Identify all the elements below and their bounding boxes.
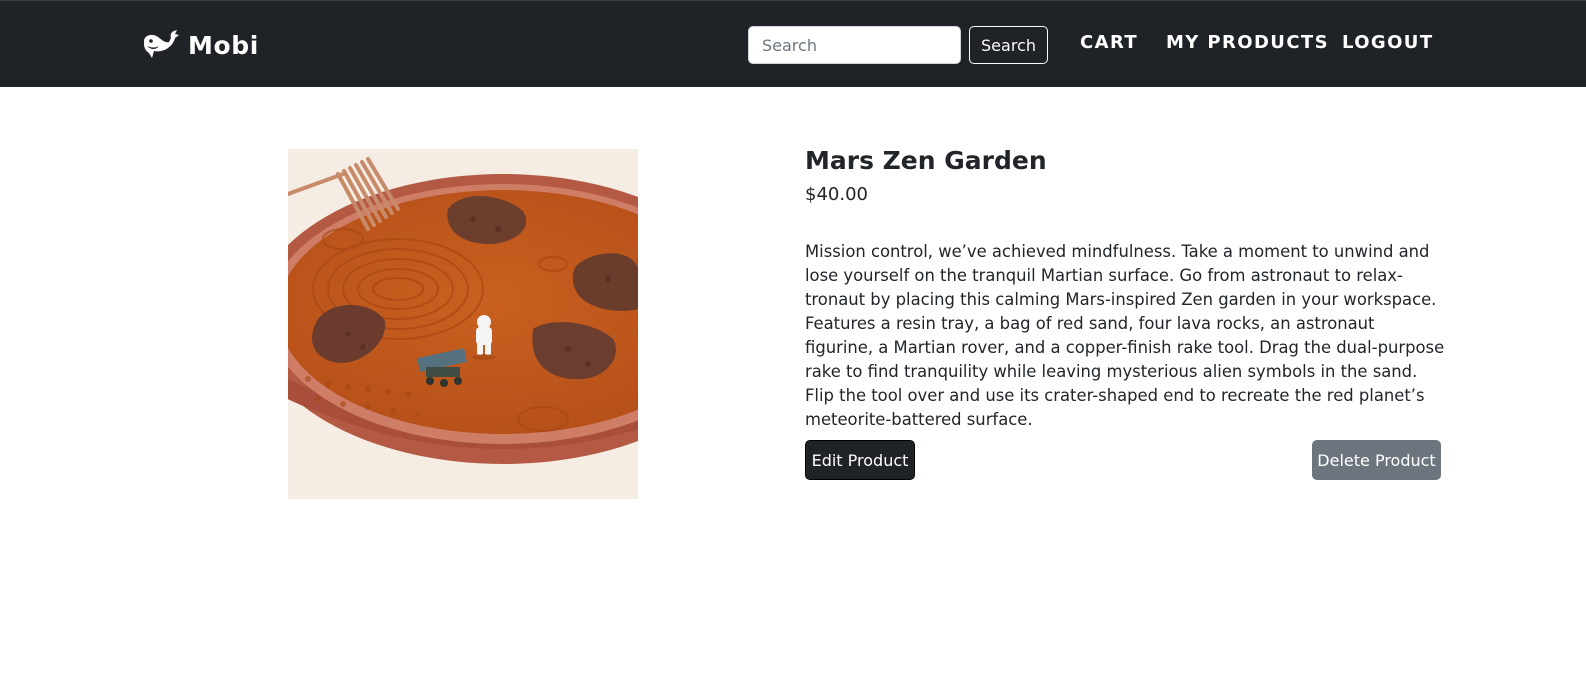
- delete-product-button[interactable]: Delete Product: [1312, 440, 1441, 480]
- product-description: Mission control, we’ve achieved mindfuln…: [805, 242, 1445, 429]
- nav-link-logout[interactable]: LOGOUT: [1342, 32, 1434, 53]
- whale-icon: [144, 30, 179, 58]
- nav-link-cart[interactable]: CART: [1080, 32, 1138, 53]
- top-navbar: Mobi Search CART MY PRODUCTS LOGOUT: [0, 0, 1586, 87]
- search-input[interactable]: [748, 26, 961, 64]
- brand-link[interactable]: Mobi: [143, 28, 259, 62]
- edit-product-button[interactable]: Edit Product: [805, 440, 915, 480]
- product-title: Mars Zen Garden: [805, 146, 1047, 175]
- brand-name: Mobi: [188, 30, 259, 60]
- nav-link-my-products[interactable]: MY PRODUCTS: [1166, 32, 1329, 53]
- product-price: $40.00: [805, 184, 868, 205]
- search-button[interactable]: Search: [969, 26, 1048, 64]
- product-image: [288, 149, 638, 499]
